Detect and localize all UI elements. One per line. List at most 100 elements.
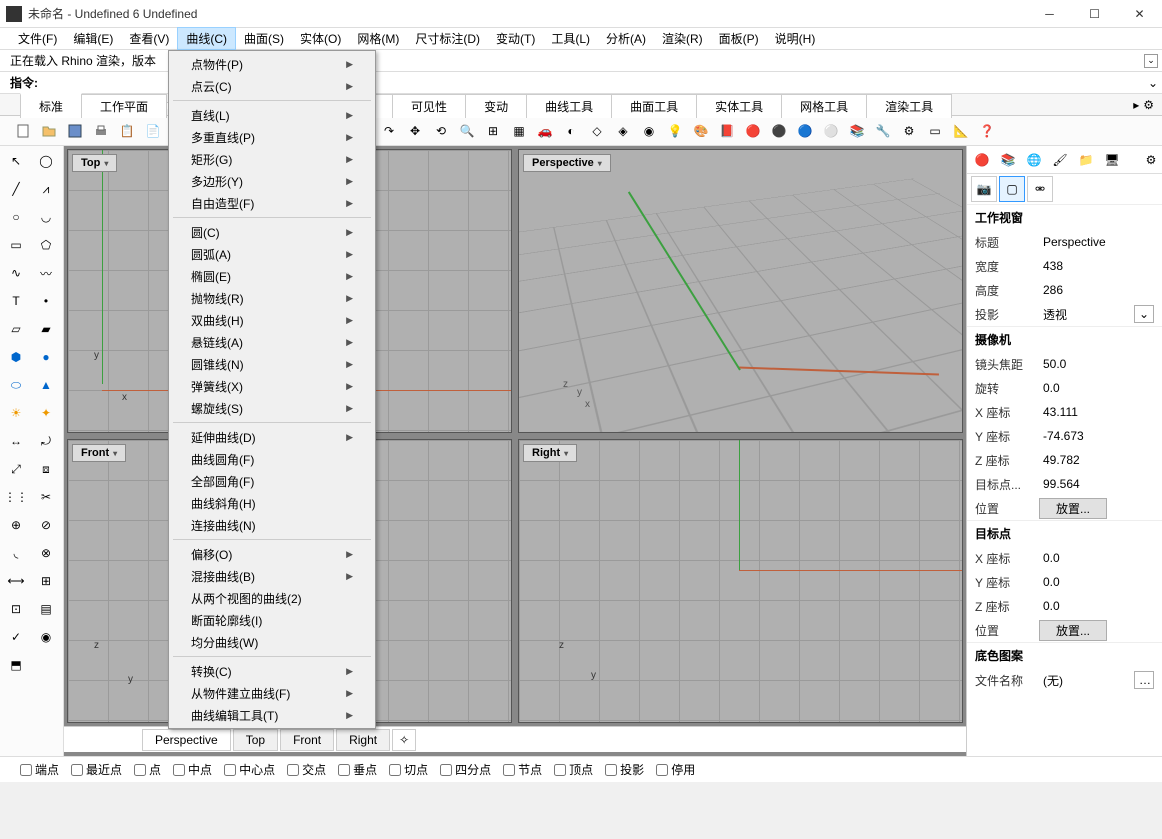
tab-render-tools[interactable]: 渲染工具 (866, 94, 952, 118)
balls-icon[interactable]: ⚮ (1027, 176, 1053, 202)
lasso-icon[interactable]: ◯ (32, 148, 60, 174)
surface-icon[interactable]: ▱ (2, 316, 30, 342)
rp-render-icon[interactable]: 🔴 (971, 149, 993, 171)
sphere3-icon[interactable]: 🔵 (794, 120, 816, 142)
viewport-config-icon[interactable]: ▦ (508, 120, 530, 142)
browse-file-button[interactable]: … (1134, 671, 1154, 689)
menu-file[interactable]: 文件(F) (10, 28, 65, 49)
frame-icon[interactable]: ▢ (999, 176, 1025, 202)
menu-item[interactable]: 圆锥线(N)▶ (169, 353, 375, 375)
menu-item[interactable]: 混接曲线(B)▶ (169, 565, 375, 587)
text-icon[interactable]: T (2, 288, 30, 314)
menu-item[interactable]: 从两个视图的曲线(2) (169, 587, 375, 609)
rotate-icon[interactable]: ⟲ (430, 120, 452, 142)
trim-icon[interactable]: ✂ (32, 484, 60, 510)
dim-icon[interactable]: 📐 (950, 120, 972, 142)
box-icon[interactable]: ⬢ (2, 344, 30, 370)
osnap-end[interactable]: 端点 (20, 761, 59, 778)
explode-icon[interactable]: ✦ (32, 400, 60, 426)
val-tgt-z[interactable]: 0.0 (1039, 599, 1154, 613)
menu-view[interactable]: 查看(V) (121, 28, 177, 49)
menu-item[interactable]: 抛物线(R)▶ (169, 287, 375, 309)
val-cam-y[interactable]: -74.673 (1039, 429, 1154, 443)
circle-icon[interactable]: ○ (2, 204, 30, 230)
new-icon[interactable] (12, 120, 34, 142)
arc-icon[interactable]: ◡ (32, 204, 60, 230)
val-cam-z[interactable]: 49.782 (1039, 453, 1154, 467)
val-tgt-y[interactable]: 0.0 (1039, 575, 1154, 589)
menu-item[interactable]: 螺旋线(S)▶ (169, 397, 375, 419)
material-icon[interactable]: 📕 (716, 120, 738, 142)
menu-item[interactable]: 多重直线(P)▶ (169, 126, 375, 148)
arrow-icon[interactable]: ↖ (2, 148, 30, 174)
val-title[interactable]: Perspective (1039, 235, 1154, 249)
sphere2-icon[interactable]: ⚫ (768, 120, 790, 142)
redo-icon[interactable]: ↷ (378, 120, 400, 142)
vptab-perspective[interactable]: Perspective (142, 729, 231, 751)
val-rotation[interactable]: 0.0 (1039, 381, 1154, 395)
split-icon[interactable]: ⊘ (32, 512, 60, 538)
line-icon[interactable]: ╱ (2, 176, 30, 202)
osnap-near[interactable]: 最近点 (71, 761, 122, 778)
menu-item[interactable]: 全部圆角(F) (169, 470, 375, 492)
curve-icon[interactable]: ∿ (2, 260, 30, 286)
menu-item[interactable]: 均分曲线(W) (169, 631, 375, 653)
menu-item[interactable]: 直线(L)▶ (169, 104, 375, 126)
properties-icon[interactable]: 🔧 (872, 120, 894, 142)
tab-cplane[interactable]: 工作平面 (81, 94, 167, 118)
menu-solid[interactable]: 实体(O) (292, 28, 349, 49)
vptab-top[interactable]: Top (233, 729, 278, 751)
val-width[interactable]: 438 (1039, 259, 1154, 273)
polygon-icon[interactable]: ⬠ (32, 232, 60, 258)
help-icon[interactable]: ❓ (976, 120, 998, 142)
ghosted-icon[interactable]: ◈ (612, 120, 634, 142)
tab-curve-tools[interactable]: 曲线工具 (526, 94, 612, 118)
scale-icon[interactable]: ⤢ (2, 456, 30, 482)
array-icon[interactable]: ⋮⋮ (2, 484, 30, 510)
tab-solid-tools[interactable]: 实体工具 (696, 94, 782, 118)
freeform-icon[interactable]: 〰 (32, 260, 60, 286)
rp-folder-icon[interactable]: 📁 (1075, 149, 1097, 171)
osnap-knot[interactable]: 节点 (503, 761, 542, 778)
menu-render[interactable]: 渲染(R) (654, 28, 711, 49)
osnap-mid[interactable]: 中点 (173, 761, 212, 778)
dimension-icon[interactable]: ⟷ (2, 568, 30, 594)
loft-icon[interactable]: ▰ (32, 316, 60, 342)
select-icon[interactable]: ▭ (924, 120, 946, 142)
shade-icon[interactable]: ◐ (560, 120, 582, 142)
viewport-perspective[interactable]: z y x Perspective (518, 149, 963, 433)
rp-display-icon[interactable]: 🖥 (1101, 149, 1123, 171)
tab-mesh-tools[interactable]: 网格工具 (781, 94, 867, 118)
xray-icon[interactable]: ◉ (638, 120, 660, 142)
snap-icon[interactable]: ⊡ (2, 596, 30, 622)
viewport-right-label[interactable]: Right (523, 444, 577, 462)
tab-visibility[interactable]: 可见性 (392, 94, 466, 118)
wireframe-icon[interactable]: ◇ (586, 120, 608, 142)
rp-gear-icon[interactable]: ⚙ (1140, 149, 1162, 171)
sphere1-icon[interactable]: 🔴 (742, 120, 764, 142)
tab-overflow-icon[interactable]: ▸ (1133, 98, 1139, 112)
menu-dimension[interactable]: 尺寸标注(D) (407, 28, 488, 49)
menu-item[interactable]: 偏移(O)▶ (169, 543, 375, 565)
menu-tools[interactable]: 工具(L) (543, 28, 598, 49)
osnap-center[interactable]: 中心点 (224, 761, 275, 778)
menu-surface[interactable]: 曲面(S) (236, 28, 292, 49)
menu-item[interactable]: 多边形(Y)▶ (169, 170, 375, 192)
light-icon[interactable]: 💡 (664, 120, 686, 142)
osnap-int[interactable]: 交点 (287, 761, 326, 778)
viewport-right[interactable]: z y Right (518, 439, 963, 723)
tab-surface-tools[interactable]: 曲面工具 (611, 94, 697, 118)
osnap-disable[interactable]: 停用 (656, 761, 695, 778)
menu-edit[interactable]: 编辑(E) (65, 28, 121, 49)
osnap-point[interactable]: 点 (134, 761, 161, 778)
place-target-button[interactable]: 放置... (1039, 620, 1107, 641)
proj-icon[interactable]: ⬒ (2, 652, 30, 678)
viewport-perspective-label[interactable]: Perspective (523, 154, 611, 172)
sun-icon[interactable]: ☀ (2, 400, 30, 426)
menu-item[interactable]: 连接曲线(N) (169, 514, 375, 536)
rp-layers-icon[interactable]: 📚 (997, 149, 1019, 171)
move-icon[interactable]: ↔ (2, 428, 30, 454)
menu-item[interactable]: 点物件(P)▶ (169, 53, 375, 75)
camera-icon[interactable]: 📷 (971, 176, 997, 202)
options-icon[interactable]: ⚙ (898, 120, 920, 142)
